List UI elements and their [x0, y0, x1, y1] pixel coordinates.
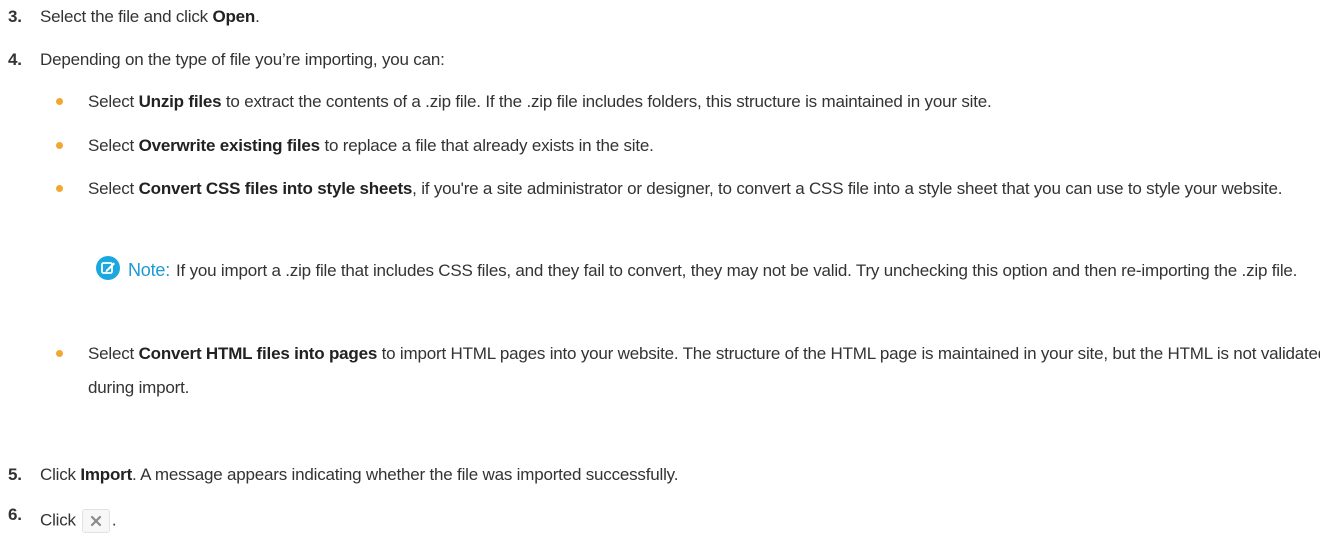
- step-text-pre: Click: [40, 510, 76, 530]
- list-item-post: to extract the contents of a .zip file. …: [221, 92, 992, 111]
- list-item-pre: Select: [88, 344, 139, 363]
- note-label: Note:: [128, 260, 171, 280]
- list-item-text: Select Overwrite existing files to repla…: [88, 129, 1310, 163]
- step-text-post: . A message appears indicating whether t…: [132, 465, 679, 484]
- bullet-icon: [56, 350, 63, 357]
- note-text: Note: If you import a .zip file that incl…: [128, 254, 1308, 287]
- list-item-post: to replace a file that already exists in…: [319, 136, 654, 155]
- list-item-post: , if you're a site administrator or desi…: [412, 179, 1283, 198]
- bullet-icon: [56, 185, 63, 192]
- step-text-pre: Click: [40, 465, 81, 484]
- edit-note-icon: [96, 256, 120, 280]
- list-item-bold: Convert HTML files into pages: [138, 344, 378, 363]
- list-item-text: Select Convert HTML files into pages to …: [88, 337, 1320, 405]
- edit-note-glyph: [101, 262, 115, 274]
- bullet-icon: [56, 142, 63, 149]
- list-item-bold: Unzip files: [138, 92, 222, 111]
- step-text-post: .: [111, 510, 117, 530]
- list-item-pre: Select: [88, 92, 139, 111]
- step-text: Click.: [40, 509, 117, 533]
- close-icon: [81, 509, 110, 533]
- list-item-pre: Select: [88, 136, 139, 155]
- instructions-page: 3. Select the file and click Open. 4. De…: [0, 0, 1320, 537]
- step-text: Select the file and click Open.: [40, 7, 260, 27]
- step-text: Depending on the type of file you’re imp…: [40, 50, 445, 69]
- list-item-text: Select Convert CSS files into style shee…: [88, 172, 1320, 206]
- bullet-icon: [56, 98, 63, 105]
- step-number: 4.: [8, 50, 22, 69]
- step-number: 3.: [8, 7, 22, 26]
- step-text-post: .: [255, 7, 260, 26]
- close-glyph: [90, 515, 101, 527]
- note-body: If you import a .zip file that includes …: [176, 261, 1298, 280]
- list-item-bold: Overwrite existing files: [138, 136, 321, 155]
- step-text: Click Import. A message appears indicati…: [40, 465, 678, 485]
- list-item-bold: Convert CSS files into style sheets: [138, 179, 413, 198]
- list-item-text: Select Unzip files to extract the conten…: [88, 85, 1310, 119]
- step-number: 5.: [8, 465, 22, 484]
- list-item-pre: Select: [88, 179, 139, 198]
- step-bold-import: Import: [80, 465, 133, 484]
- step-bold-open: Open: [212, 7, 256, 26]
- step-number: 6.: [8, 505, 22, 524]
- step-text-pre: Select the file and click: [40, 7, 213, 26]
